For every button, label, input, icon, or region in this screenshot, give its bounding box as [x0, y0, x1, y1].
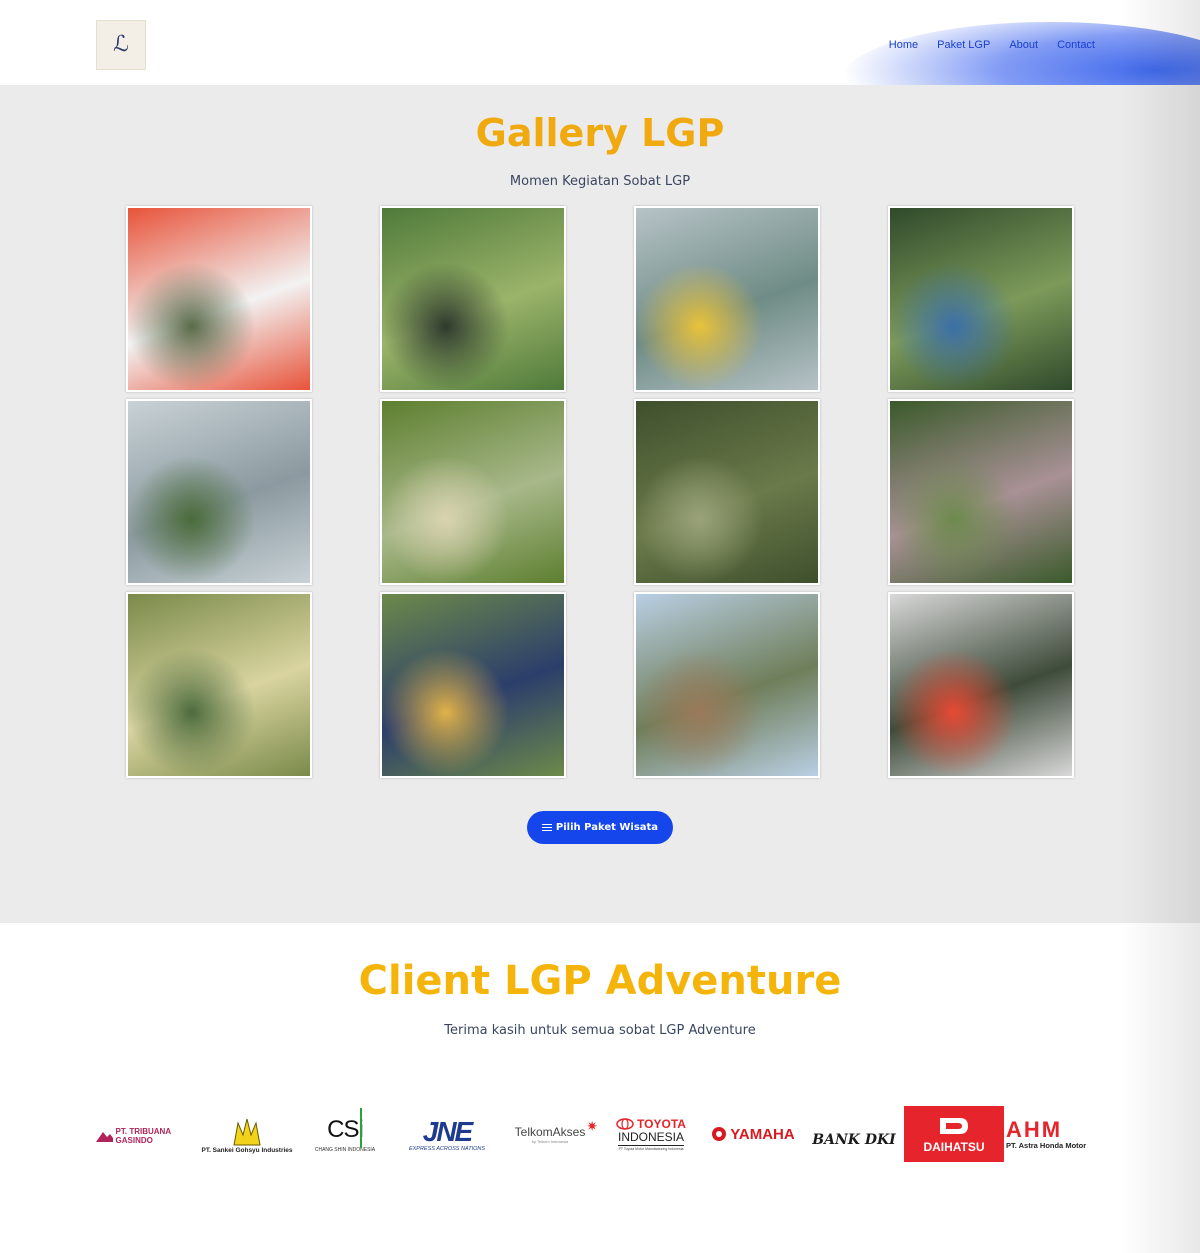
site-logo[interactable]: ℒ — [96, 20, 146, 70]
photo-image — [636, 401, 818, 583]
gallery-section: Gallery LGP Momen Kegiatan Sobat LGP Pil… — [0, 85, 1200, 923]
client-subtitle: Terima kasih untuk semua sobat LGP Adven… — [444, 1023, 756, 1038]
yamaha-emblem-icon — [712, 1127, 727, 1141]
crown-icon — [233, 1118, 261, 1145]
gallery-photo-boat-on-lake[interactable] — [126, 592, 312, 778]
client-logo-jne: JNE EXPRESS ACROSS NATIONS — [408, 1116, 486, 1153]
gallery-photo-flying-fox-lake[interactable] — [126, 399, 312, 585]
client-logos: PT. TRIBUANA GASINDO PT. Sankei Gohsyu I… — [96, 1100, 1106, 1166]
pilih-paket-label: Pilih Paket Wisata — [555, 822, 659, 833]
photo-image — [128, 208, 310, 390]
header-decoration — [840, 22, 1200, 85]
client-logo-tribuana: PT. TRIBUANA GASINDO — [96, 1124, 194, 1148]
photo-image — [890, 594, 1072, 776]
gallery-photo-paintball-forest[interactable] — [634, 399, 820, 585]
client-logo-changshin: CSi CHANG SHIN INDONESIA — [310, 1106, 380, 1162]
gallery-photo-rafting-river[interactable] — [888, 592, 1074, 778]
photo-image — [890, 208, 1072, 390]
client-logo-daihatsu: DAIHATSU — [904, 1106, 1004, 1162]
gallery-title: Gallery LGP — [475, 111, 725, 155]
pilih-paket-button[interactable]: Pilih Paket Wisata — [527, 811, 673, 844]
nav-contact[interactable]: Contact — [1057, 39, 1095, 51]
gallery-subtitle: Momen Kegiatan Sobat LGP — [509, 174, 691, 189]
gallery-photo-offroad-jeep[interactable] — [380, 399, 566, 585]
photo-image — [382, 401, 564, 583]
gallery-photo-paintball-pine-forest[interactable] — [888, 399, 1074, 585]
client-logo-sankei: PT. Sankei Gohsyu Industries — [196, 1112, 298, 1158]
photo-image — [128, 594, 310, 776]
nav-home[interactable]: Home — [889, 39, 918, 51]
client-logo-bankdki: BANK DKI — [812, 1132, 896, 1148]
photo-image — [636, 208, 818, 390]
client-logo-ahm: AHM PT. Astra Honda Motor — [1006, 1116, 1087, 1150]
menu-icon — [541, 824, 552, 831]
telkom-star-icon: ✷ — [586, 1118, 598, 1134]
gallery-photo-rafting-raft-closeup[interactable] — [126, 206, 312, 392]
gallery-photo-camping-forest-tents[interactable] — [888, 206, 1074, 392]
gallery-photo-lake-boats[interactable] — [634, 206, 820, 392]
photo-image — [382, 594, 564, 776]
nav-paket-lgp[interactable]: Paket LGP — [937, 39, 990, 51]
gallery-photo-outbound-group-field[interactable] — [380, 206, 566, 392]
client-logo-telkomakses: TelkomAkses by Telkom Indonesia ✷ — [514, 1118, 598, 1144]
toyota-emblem-icon — [616, 1118, 634, 1131]
client-logo-yamaha: YAMAHA — [706, 1122, 800, 1146]
gallery-photo-group-photo-path[interactable] — [634, 592, 820, 778]
client-title: Client LGP Adventure — [358, 958, 842, 1004]
photo-image — [382, 208, 564, 390]
nav-about[interactable]: About — [1009, 39, 1038, 51]
photo-image — [636, 594, 818, 776]
site-header: ℒ Home Paket LGP About Contact — [0, 0, 1200, 85]
gallery-photo-group-photo-sign[interactable] — [380, 592, 566, 778]
client-logo-toyota: TOYOTA INDONESIA PT Toyota Motor Manufac… — [616, 1117, 686, 1151]
mountain-icon — [96, 1132, 113, 1142]
photo-image — [128, 401, 310, 583]
main-nav: Home Paket LGP About Contact — [889, 39, 1095, 51]
logo-monogram: ℒ — [113, 32, 129, 57]
daihatsu-emblem-icon — [940, 1118, 968, 1134]
photo-image — [890, 401, 1072, 583]
